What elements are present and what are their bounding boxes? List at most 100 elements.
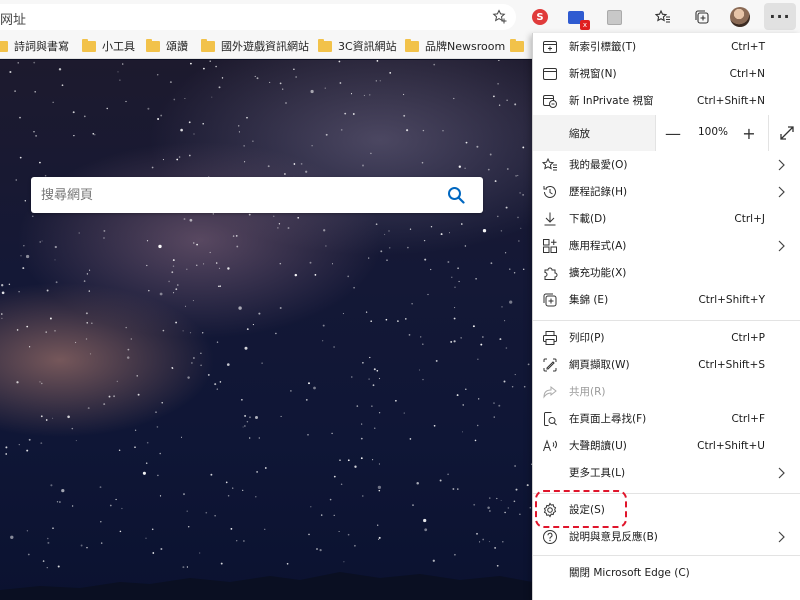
star — [236, 245, 239, 248]
menu-item-new-tab[interactable]: 新索引標籤(T) Ctrl+T — [533, 33, 800, 60]
star — [526, 484, 529, 487]
bookmark-folder[interactable]: 頌讚 — [146, 38, 188, 54]
menu-item-collections[interactable]: 集錦 (E) Ctrl+Shift+Y — [533, 286, 800, 313]
star — [378, 377, 381, 380]
star — [190, 62, 192, 65]
star — [160, 548, 163, 550]
star — [504, 252, 507, 254]
favorites-icon[interactable] — [652, 6, 674, 28]
menu-item-read-aloud[interactable]: 大聲朗讀(U) Ctrl+Shift+U — [533, 432, 800, 459]
star — [380, 250, 383, 253]
star — [92, 132, 95, 135]
star — [191, 362, 193, 364]
zoom-label: 縮放 — [569, 128, 590, 140]
web-search-box[interactable] — [31, 177, 483, 213]
search-input[interactable] — [41, 185, 421, 205]
menu-item-favorites[interactable]: 我的最愛(O) — [533, 151, 800, 178]
star — [460, 337, 462, 339]
star — [500, 230, 503, 232]
star — [297, 216, 300, 219]
star — [278, 223, 281, 225]
star — [103, 237, 105, 239]
menu-item-close-edge[interactable]: 關閉 Microsoft Edge (C) — [533, 559, 800, 586]
star — [214, 383, 217, 386]
s-extension-icon[interactable]: S — [529, 6, 551, 28]
bookmark-folder[interactable]: 品牌Newsroom — [405, 38, 505, 54]
star — [389, 247, 391, 249]
star — [121, 507, 123, 510]
star — [478, 398, 480, 400]
zoom-in-button[interactable]: + — [740, 124, 758, 143]
bookmark-folder[interactable]: 國外遊戲資訊網站 — [201, 38, 309, 54]
star — [496, 497, 498, 500]
star — [87, 407, 90, 410]
star — [354, 465, 357, 468]
menu-item-apps[interactable]: 應用程式(A) — [533, 232, 800, 259]
star — [489, 510, 491, 512]
star — [377, 485, 382, 490]
fullscreen-icon[interactable] — [778, 124, 796, 142]
star — [475, 277, 477, 280]
star — [136, 375, 138, 377]
menu-item-new-inprivate[interactable]: 新 InPrivate 視窗 Ctrl+Shift+N — [533, 87, 800, 114]
star — [28, 438, 31, 441]
star — [447, 261, 450, 263]
star — [350, 93, 353, 95]
help-icon — [543, 529, 557, 544]
bookmark-folder[interactable]: 3C資訊網站 — [318, 38, 397, 54]
star — [499, 338, 502, 341]
star — [369, 356, 371, 359]
search-icon[interactable] — [447, 186, 465, 204]
star — [155, 411, 157, 413]
star — [32, 215, 34, 217]
star — [118, 449, 121, 451]
zoom-control: — 100% + — [655, 115, 800, 151]
menu-item-more-tools[interactable]: 更多工具(L) — [533, 459, 800, 486]
star — [209, 251, 211, 254]
star — [433, 63, 436, 66]
menu-item-downloads[interactable]: 下載(D) Ctrl+J — [533, 205, 800, 232]
bookmark-folder[interactable]: 詩詞與書寫 — [0, 38, 69, 54]
more-icon[interactable]: ··· — [764, 3, 796, 30]
settings-highlight-annotation — [535, 490, 627, 528]
star — [254, 75, 256, 77]
star — [258, 312, 261, 315]
star — [522, 194, 524, 196]
star — [23, 245, 25, 247]
address-bar[interactable]: 网址 — [0, 4, 516, 30]
menu-item-print[interactable]: 列印(P) Ctrl+P — [533, 324, 800, 351]
star — [340, 483, 343, 485]
star — [363, 94, 365, 97]
star — [207, 373, 210, 376]
star — [137, 393, 140, 396]
star — [305, 170, 308, 173]
star — [267, 165, 270, 168]
blue-extension-icon[interactable]: x — [565, 6, 590, 30]
star — [502, 541, 504, 543]
star — [146, 240, 149, 242]
menu-item-new-window[interactable]: 新視窗(N) Ctrl+N — [533, 60, 800, 87]
star — [205, 511, 208, 514]
star — [40, 442, 43, 445]
grey-extension-icon[interactable] — [603, 6, 625, 28]
star — [39, 381, 41, 383]
add-favorite-icon[interactable] — [492, 9, 508, 25]
zoom-out-button[interactable]: — — [664, 124, 682, 143]
star — [498, 404, 501, 407]
star — [305, 399, 308, 401]
menu-item-history[interactable]: 歷程記錄(H) — [533, 178, 800, 205]
star — [148, 289, 150, 292]
menu-item-extensions[interactable]: 擴充功能(X) — [533, 259, 800, 286]
menu-item-web-capture[interactable]: 網頁擷取(W) Ctrl+Shift+S — [533, 351, 800, 378]
star — [450, 340, 453, 343]
star — [221, 77, 224, 79]
profile-avatar[interactable] — [729, 6, 751, 28]
collections-icon[interactable] — [691, 6, 713, 28]
bookmark-folder[interactable]: 小工具 — [82, 38, 135, 54]
star — [409, 438, 412, 440]
bookmark-folder[interactable] — [510, 38, 530, 54]
star — [146, 441, 149, 444]
star — [55, 281, 58, 284]
menu-item-find-on-page[interactable]: 在頁面上尋找(F) Ctrl+F — [533, 405, 800, 432]
star — [465, 388, 467, 391]
